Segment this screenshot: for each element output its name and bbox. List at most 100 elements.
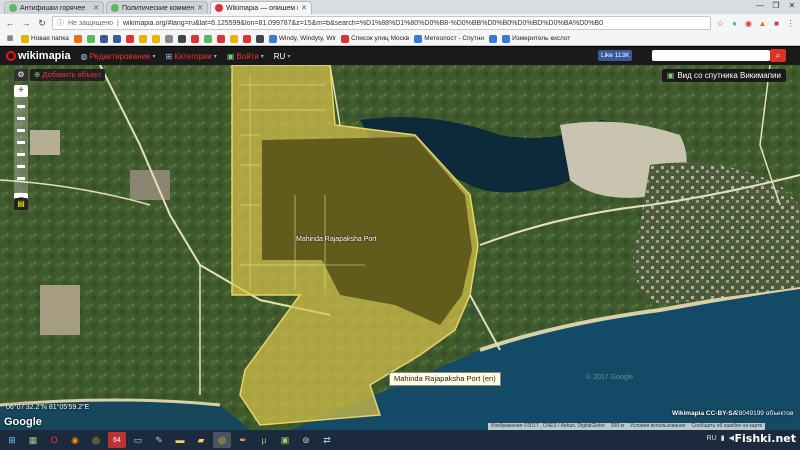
terms-link[interactable]: Условия использования	[630, 423, 686, 430]
report-error-link[interactable]: Сообщить об ошибке на карте	[691, 423, 762, 430]
url-input[interactable]: ⓘ Не защищено | wikimapia.org/#lang=ru&l…	[52, 16, 711, 30]
bookmark-item[interactable]	[99, 34, 108, 43]
satellite-map[interactable]: ⚙ ⊕ Добавить объект ▣ Вид со спутника Ви…	[0, 65, 800, 430]
bookmark-item[interactable]	[229, 34, 238, 43]
network-icon[interactable]: ▮	[721, 434, 725, 442]
bookmark-favicon-icon	[112, 34, 121, 43]
place-tooltip: Mahinda Rajapaksha Port (en)	[389, 372, 501, 386]
bookmark-item[interactable]	[203, 34, 212, 43]
chrome-icon[interactable]: ◎	[87, 432, 105, 448]
bookmarks-bar: ▦ Новая папка Windy, Windyty, Wir Список у…	[0, 32, 800, 46]
bookmark-item[interactable]: Новая папка	[21, 34, 69, 43]
bookmark-favicon-icon	[489, 34, 498, 43]
app-64-icon[interactable]: 64	[108, 432, 126, 448]
files-icon[interactable]: ▦	[24, 432, 42, 448]
satellite-view-toggle[interactable]: ▣ Вид со спутника Викимапии	[661, 69, 786, 82]
explorer-icon[interactable]: ▬	[171, 432, 189, 448]
bookmark-item[interactable]	[489, 34, 498, 43]
volume-icon[interactable]: ◀	[729, 434, 734, 442]
nav-edit[interactable]: ◍ Редактирование ▾	[81, 52, 156, 61]
wikimapia-logo[interactable]: wikimapia	[6, 50, 71, 62]
zoom-level-tick[interactable]	[17, 165, 25, 168]
place-label[interactable]: Mahinda Rajapaksha Port	[296, 236, 377, 243]
layer-button[interactable]: ▤	[14, 198, 28, 210]
extension-icon[interactable]: ■	[771, 18, 782, 29]
tab-close-icon[interactable]: ✕	[301, 4, 307, 12]
menu-icon[interactable]: ⋮	[785, 18, 796, 29]
star-icon[interactable]: ☆	[715, 18, 726, 29]
maximize-icon[interactable]: ❐	[768, 0, 784, 12]
zoom-level-tick[interactable]	[17, 177, 25, 180]
opera-icon[interactable]: O	[45, 432, 63, 448]
extension-icon[interactable]: ▲	[757, 18, 768, 29]
minimize-icon[interactable]: —	[752, 0, 768, 12]
remote-icon[interactable]: ⇄	[318, 432, 336, 448]
bookmark-label: Windy, Windyty, Wir	[278, 35, 337, 42]
bookmark-favicon-icon	[73, 34, 82, 43]
terminal-icon[interactable]: ▭	[129, 432, 147, 448]
bookmark-item[interactable]	[216, 34, 225, 43]
bookmark-item[interactable]	[242, 34, 251, 43]
chevron-down-icon: ▾	[213, 53, 217, 60]
language-select[interactable]: RU ▾	[274, 52, 291, 61]
tab-close-icon[interactable]: ✕	[93, 4, 99, 12]
bookmark-item[interactable]	[112, 34, 121, 43]
facebook-like-button[interactable]: Like 113K	[598, 50, 633, 61]
bookmark-item[interactable]: Windy, Windyty, Wir	[268, 34, 337, 43]
extension-icon[interactable]: ◉	[743, 18, 754, 29]
map-attribution: Изображения ©2017 , CNES / Airbus, Digit…	[488, 423, 766, 430]
nav-login[interactable]: ▣ Войти ▾	[227, 52, 264, 61]
zoom-level-tick[interactable]	[17, 141, 25, 144]
windows-logo-icon[interactable]: ⊞	[3, 432, 21, 448]
bookmark-favicon-icon	[138, 34, 147, 43]
browser-tab-1[interactable]: Политические коммента ✕	[106, 1, 208, 14]
bookmark-item[interactable]	[138, 34, 147, 43]
bookmark-item[interactable]: Измеритель кислот	[502, 34, 570, 43]
forward-icon[interactable]: →	[20, 17, 32, 29]
bookmark-item[interactable]	[86, 34, 95, 43]
zoom-level-tick[interactable]	[17, 153, 25, 156]
folder-icon[interactable]: ▰	[192, 432, 210, 448]
bookmark-item[interactable]	[190, 34, 199, 43]
bookmark-item[interactable]	[73, 34, 82, 43]
apps-icon[interactable]: ▦	[4, 33, 16, 45]
bookmark-item[interactable]	[164, 34, 173, 43]
feather-icon[interactable]: ✒	[234, 432, 252, 448]
zoom-in-button[interactable]: +	[14, 85, 28, 97]
bookmark-favicon-icon	[151, 34, 160, 43]
back-icon[interactable]: ←	[4, 17, 16, 29]
settings-gear-button[interactable]: ⚙	[14, 69, 28, 81]
browser-tab-2[interactable]: Wikimapia — опишем в ✕	[210, 1, 312, 14]
extension-icon[interactable]: ●	[729, 18, 740, 29]
info-icon[interactable]: ⓘ	[57, 18, 64, 28]
search-button[interactable]: ⌕	[770, 49, 786, 62]
firefox-icon[interactable]: ◉	[66, 432, 84, 448]
tab-close-icon[interactable]: ✕	[197, 4, 203, 12]
game-icon[interactable]: ▣	[276, 432, 294, 448]
chrome-active-icon[interactable]: ◎	[213, 432, 231, 448]
bookmark-item[interactable]: Список улиц Москв	[341, 34, 410, 43]
zoom-slider[interactable]: + −	[14, 85, 28, 205]
bookmark-item[interactable]	[151, 34, 160, 43]
tab-title: Политические коммента	[122, 4, 195, 12]
close-window-icon[interactable]: ✕	[784, 0, 800, 12]
zoom-level-tick[interactable]	[17, 117, 25, 120]
torrent-icon[interactable]: μ	[255, 432, 273, 448]
paint-icon[interactable]: ✎	[150, 432, 168, 448]
bookmark-item[interactable]	[255, 34, 264, 43]
bookmark-item[interactable]: Метеопост - Спутни	[414, 34, 484, 43]
nav-categories[interactable]: ⊞ Категории ▾	[166, 52, 217, 61]
bookmark-item[interactable]	[125, 34, 134, 43]
license-link[interactable]: Wikimapia CC-BY-SA	[672, 410, 737, 417]
zoom-level-tick[interactable]	[17, 105, 25, 108]
browser-tab-0[interactable]: Антифишки горячее ✕	[4, 1, 104, 14]
add-object-button[interactable]: ⊕ Добавить объект	[30, 69, 106, 81]
bookmark-favicon-icon	[203, 34, 212, 43]
tray-language[interactable]: RU	[707, 435, 717, 442]
search-input[interactable]	[652, 50, 770, 61]
zoom-level-tick[interactable]	[17, 129, 25, 132]
steam-icon[interactable]: ⊛	[297, 432, 315, 448]
reload-icon[interactable]: ↻	[36, 17, 48, 29]
bookmark-label: Список улиц Москв	[351, 35, 410, 42]
bookmark-item[interactable]	[177, 34, 186, 43]
